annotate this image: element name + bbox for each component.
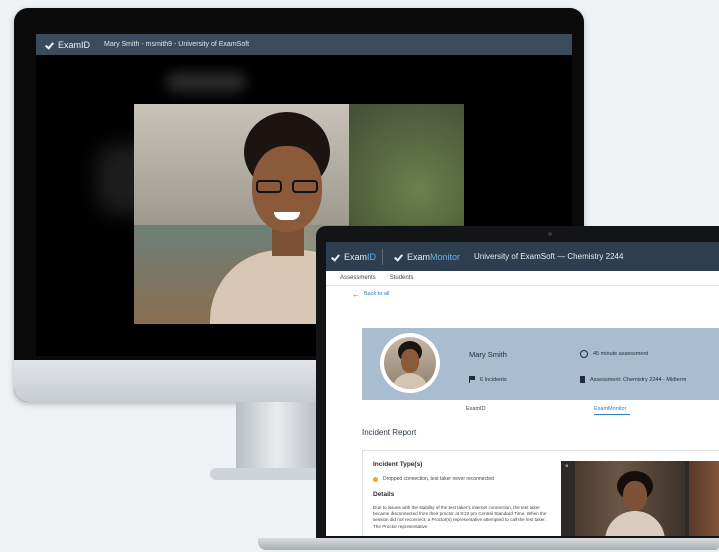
nav-tabs: Assessments Students — [326, 271, 719, 286]
tab-students[interactable]: Students — [390, 275, 414, 281]
details-text: Due to issues with the stability of the … — [373, 505, 547, 529]
exammonitor-accent: Monitor — [430, 251, 461, 262]
laptop: Exam ID Exam Monitor University of ExamSof… — [316, 226, 719, 544]
checkmark-icon — [332, 253, 341, 261]
monitor-header-bar: ExamID Mary Smith - msmith9 - University… — [36, 34, 572, 55]
user-identity-label: Mary Smith - msmith9 - University of Exa… — [104, 41, 250, 48]
laptop-camera — [548, 232, 552, 236]
incident-count-label: 6 Incidents — [480, 376, 507, 383]
checkmark-icon — [46, 41, 55, 49]
incident-count: 6 Incidents — [469, 376, 507, 383]
warning-dot-icon — [373, 476, 378, 482]
clock-icon — [580, 350, 588, 358]
details-heading: Details — [373, 491, 395, 498]
incident-report-panel: Incident Type(s) Dropped connection, tes… — [362, 450, 719, 536]
checkmark-icon — [395, 253, 404, 261]
examid-prefix: Exam — [344, 251, 368, 262]
duration-label: 45 minute assessment — [593, 351, 649, 357]
section-title: Incident Report — [362, 428, 417, 437]
brand-divider — [382, 248, 384, 265]
examid-accent: ID — [367, 251, 377, 262]
flag-icon — [469, 376, 475, 383]
incident-type-label: Dropped connection, test taker never rec… — [383, 476, 494, 482]
avatar — [380, 333, 440, 393]
assessment-name: Assessment: Chemistry 2244 - Midterm — [580, 376, 686, 383]
student-summary-card: Mary Smith 6 Incidents 45 minute assessm… — [362, 328, 719, 400]
examid-brand: ExamID — [58, 39, 91, 50]
laptop-base — [258, 538, 719, 550]
laptop-screen: Exam ID Exam Monitor University of ExamSof… — [326, 242, 719, 536]
exammonitor-logo[interactable]: Exam Monitor — [395, 252, 460, 262]
examid-logo[interactable]: Exam ID — [332, 252, 376, 262]
incident-types-heading: Incident Type(s) — [373, 461, 423, 468]
assessment-duration: 45 minute assessment — [580, 350, 648, 358]
course-title: University of ExamSoft — Chemistry 2244 — [474, 252, 624, 261]
app-header-bar: Exam ID Exam Monitor University of ExamSof… — [326, 242, 719, 271]
monitor-stand — [236, 402, 318, 472]
product-subtabs: ExamID ExamMonitor — [362, 400, 719, 416]
subtab-exammonitor[interactable]: ExamMonitor — [594, 406, 631, 415]
blurred-background-shape — [166, 72, 246, 92]
subtab-examid[interactable]: ExamID — [466, 406, 486, 412]
close-icon[interactable]: × — [565, 464, 569, 470]
document-icon — [580, 376, 585, 383]
tab-assessments[interactable]: Assessments — [340, 275, 376, 281]
incident-type-item: Dropped connection, test taker never rec… — [373, 476, 494, 482]
incident-video-thumbnail[interactable]: × — [561, 461, 719, 536]
examid-logo: ExamID — [46, 40, 90, 50]
assessment-label: Assessment: Chemistry 2244 - Midterm — [590, 376, 687, 383]
back-link[interactable]: ← Back to all — [352, 286, 719, 302]
arrow-left-icon: ← — [352, 289, 360, 299]
back-label: Back to all — [364, 291, 390, 297]
student-name: Mary Smith — [469, 350, 507, 359]
exammonitor-prefix: Exam — [407, 251, 431, 262]
